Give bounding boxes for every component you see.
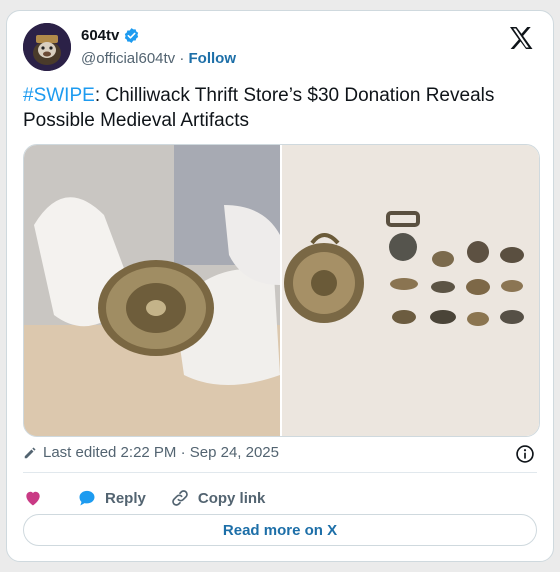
media-photo-brooch-in-hands[interactable]: [24, 145, 280, 436]
display-name-row[interactable]: 604tv: [81, 27, 140, 44]
edited-timestamp[interactable]: Last edited 2:22 PM · Sep 24, 2025: [43, 444, 279, 461]
copy-link-button[interactable]: Copy link: [170, 488, 266, 508]
hashtag-link[interactable]: #SWIPE: [23, 85, 95, 106]
pencil-icon: [24, 446, 36, 458]
verified-badge-icon: [125, 28, 139, 43]
copy-link-label: Copy link: [197, 489, 266, 507]
media-photo-artifacts-laid-out[interactable]: [282, 145, 539, 436]
heart-icon: [26, 491, 40, 506]
reply-button[interactable]: Reply: [77, 488, 146, 508]
tweet-card: 604tv @official604tv · Follow #SWIPE: Ch…: [6, 10, 554, 562]
action-bar: Reply Copy link: [23, 483, 289, 513]
reply-bubble-icon: [79, 490, 95, 506]
avatar[interactable]: [23, 23, 71, 71]
read-more-button[interactable]: Read more on X: [23, 514, 537, 546]
link-icon: [172, 490, 188, 506]
read-more-label: Read more on X: [222, 521, 338, 539]
x-logo-icon[interactable]: [509, 27, 533, 49]
tweet-text: #SWIPE: Chilliwack Thrift Store’s $30 Do…: [23, 83, 539, 133]
display-name[interactable]: 604tv: [81, 27, 119, 44]
follow-button[interactable]: Follow: [189, 50, 237, 67]
edited-row[interactable]: Last edited 2:22 PM · Sep 24, 2025: [23, 444, 279, 461]
handle-row: @official604tv · Follow: [81, 50, 236, 67]
divider: [23, 472, 537, 473]
media-grid[interactable]: [23, 144, 540, 437]
info-icon[interactable]: [515, 444, 535, 464]
reply-label: Reply: [105, 489, 146, 507]
like-button[interactable]: [23, 488, 43, 508]
separator-dot: ·: [179, 50, 185, 67]
handle[interactable]: @official604tv: [81, 50, 175, 67]
